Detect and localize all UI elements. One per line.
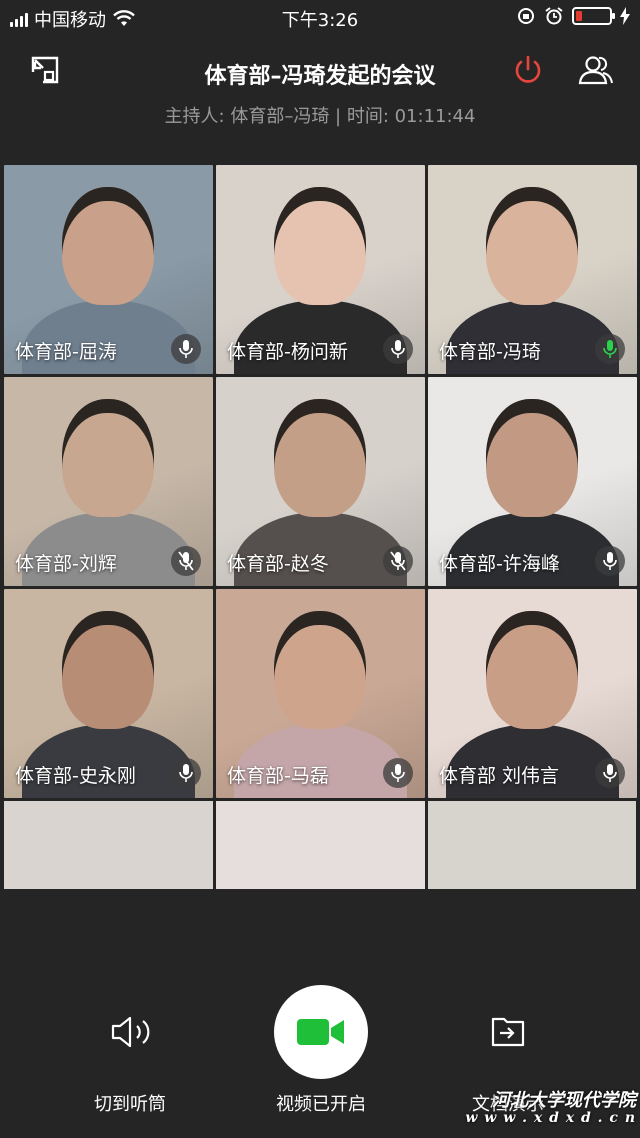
participant-video-face — [62, 611, 154, 729]
video-label: 视频已开启 — [276, 1094, 366, 1115]
participant-name: 体育部-马磊 — [227, 765, 329, 787]
participant-video-face — [486, 399, 578, 517]
mic-muted-icon — [383, 546, 413, 576]
video-grid: 体育部-屈涛 体育部-杨问新 体育部-冯琦 体育部-刘辉 体育部-赵冬 体育部-许海峰 体育… — [4, 165, 637, 798]
participant-tile-partial[interactable] — [428, 801, 636, 889]
participant-tile[interactable]: 体育部-史永刚 — [4, 589, 213, 798]
watermark: 河北大学现代学院 w w w . x d x d . c n — [465, 1092, 636, 1126]
status-bar: 中国移动 下午3:26 — [0, 0, 640, 34]
video-grid-partial-row — [4, 801, 636, 889]
mic-icon — [595, 758, 625, 788]
participant-video-face — [274, 399, 366, 517]
meeting-header: 体育部–冯琦发起的会议 主持人: 体育部–冯琦 | 时间: 01:11:44 — [0, 40, 640, 127]
participant-tile-partial[interactable] — [216, 801, 425, 889]
participant-name: 体育部-许海峰 — [439, 553, 560, 575]
participant-tile[interactable]: 体育部-赵冬 — [216, 377, 425, 586]
rotation-lock-icon — [518, 8, 534, 24]
participant-name: 体育部-刘辉 — [15, 553, 117, 575]
alarm-icon — [545, 7, 563, 25]
power-icon — [515, 55, 541, 83]
mic-icon — [171, 334, 201, 364]
participant-name: 体育部 刘伟言 — [439, 765, 560, 787]
participant-tile[interactable]: 体育部-冯琦 — [428, 165, 637, 374]
document-share-icon — [491, 1017, 525, 1047]
participant-name: 体育部-屈涛 — [15, 341, 117, 363]
mic-muted-icon — [171, 546, 201, 576]
participant-tile[interactable]: 体育部-杨问新 — [216, 165, 425, 374]
speaker-icon — [111, 1016, 150, 1048]
participant-video-face — [274, 187, 366, 305]
participant-name: 体育部-史永刚 — [15, 765, 136, 787]
end-meeting-button[interactable] — [510, 52, 546, 88]
participants-button[interactable] — [576, 52, 616, 88]
participant-name: 体育部-冯琦 — [439, 341, 541, 363]
meeting-subtitle: 主持人: 体育部–冯琦 | 时间: 01:11:44 — [164, 106, 476, 127]
participant-video-face — [486, 187, 578, 305]
participant-tile-partial[interactable] — [4, 801, 213, 889]
participants-icon — [578, 56, 613, 85]
participant-video-face — [62, 187, 154, 305]
charging-icon — [620, 7, 630, 25]
video-toggle-label-wrap: 视频已开启 — [266, 980, 376, 1120]
participant-tile[interactable]: 体育部-许海峰 — [428, 377, 637, 586]
participant-tile[interactable]: 体育部-屈涛 — [4, 165, 213, 374]
participant-tile[interactable]: 体育部-刘辉 — [4, 377, 213, 586]
earpiece-label: 切到听筒 — [94, 1094, 166, 1115]
participant-tile[interactable]: 体育部 刘伟言 — [428, 589, 637, 798]
watermark-url: w w w . x d x d . c n — [465, 1110, 636, 1127]
participant-video-face — [274, 611, 366, 729]
mic-icon — [383, 758, 413, 788]
battery-icon — [572, 7, 615, 25]
participant-name: 体育部-赵冬 — [227, 553, 329, 575]
earpiece-button[interactable]: 切到听筒 — [80, 980, 180, 1120]
mic-icon — [595, 334, 625, 364]
mic-icon — [383, 334, 413, 364]
participant-name: 体育部-杨问新 — [227, 341, 348, 363]
mic-icon — [595, 546, 625, 576]
watermark-name: 河北大学现代学院 — [492, 1090, 636, 1112]
participant-tile[interactable]: 体育部-马磊 — [216, 589, 425, 798]
mic-icon — [171, 758, 201, 788]
participant-video-face — [62, 399, 154, 517]
participant-video-face — [486, 611, 578, 729]
